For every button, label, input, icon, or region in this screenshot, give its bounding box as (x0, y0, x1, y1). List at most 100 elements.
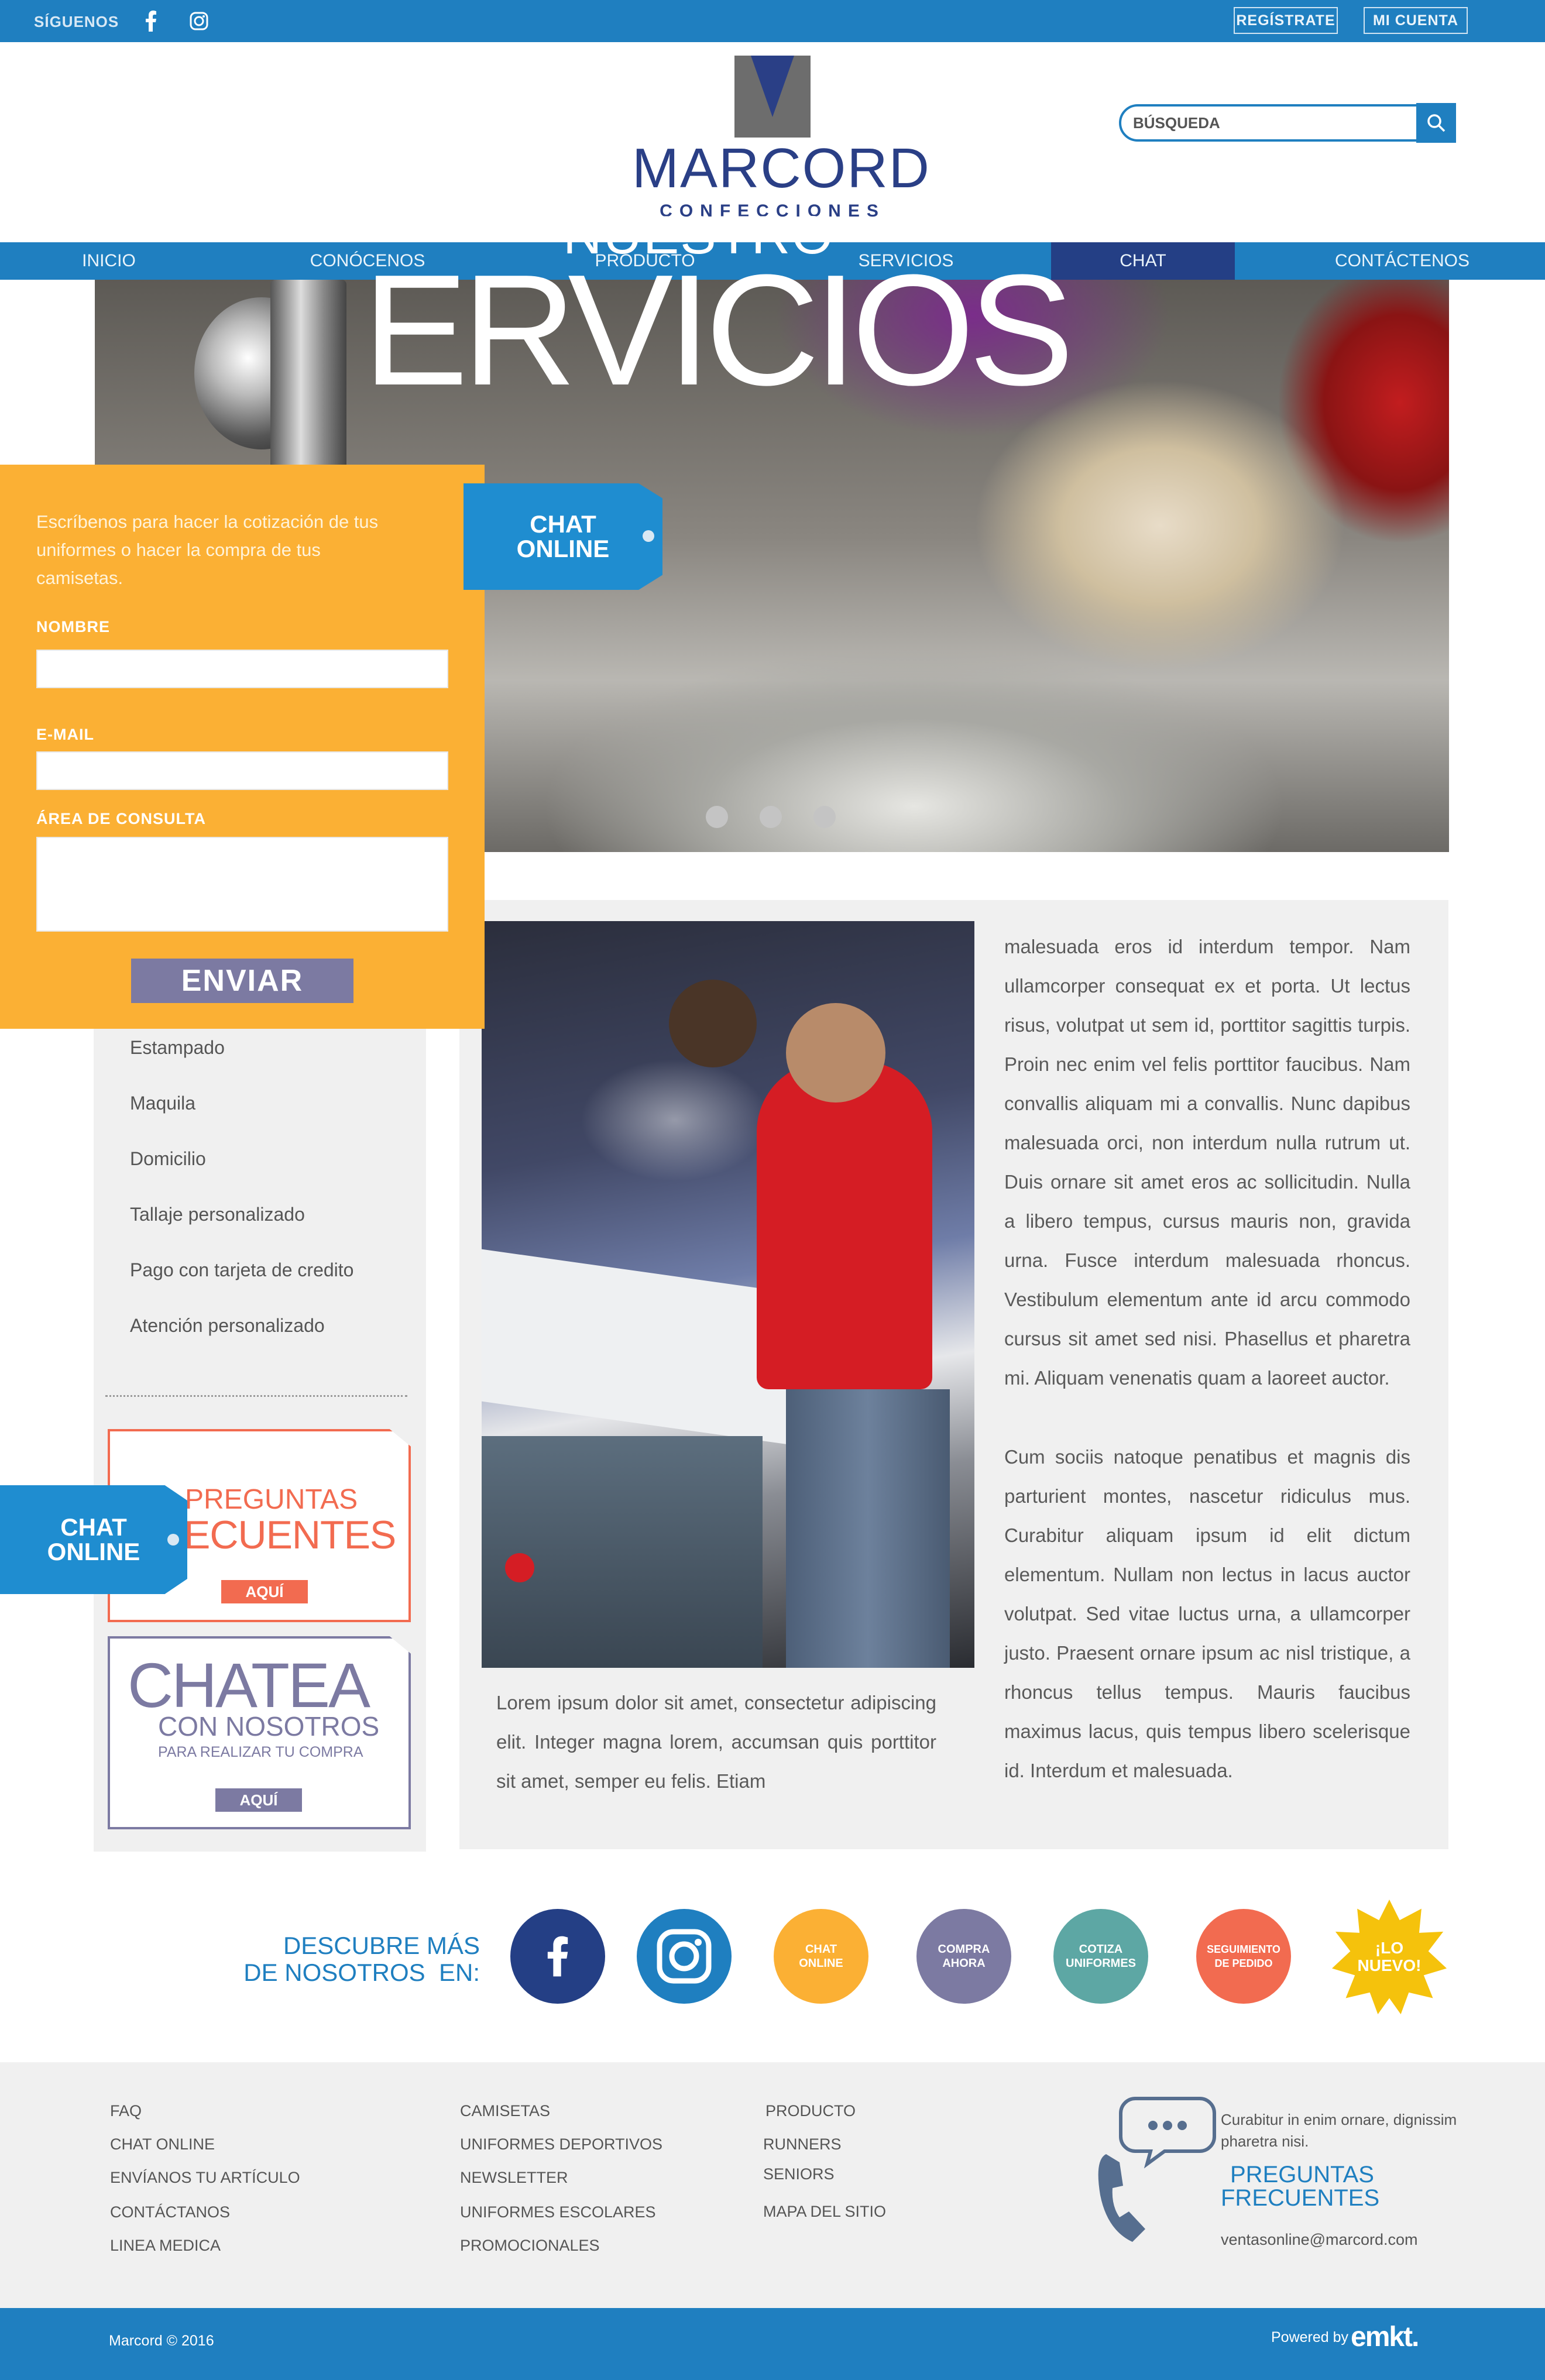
circle-quote-line2: UNIFORMES (1066, 1957, 1136, 1970)
new-badge[interactable]: ¡LO NUEVO! (1332, 1900, 1447, 2014)
nav-item-contactenos[interactable]: CONTÁCTENOS (1328, 242, 1476, 280)
sidebar-item-domicilio[interactable]: Domicilio (130, 1148, 206, 1170)
discover-heading: DESCUBRE MÁS DE NOSOTROS EN: (222, 1932, 480, 1986)
send-button[interactable]: ENVIAR (131, 959, 353, 1003)
footer-link-promotional[interactable]: PROMOCIONALES (460, 2237, 600, 2255)
instagram-circle-button[interactable] (637, 1909, 732, 2004)
footer-link-sitemap[interactable]: MAPA DEL SITIO (763, 2203, 886, 2221)
sidebar-item-atencion[interactable]: Atención personalizado (130, 1315, 325, 1337)
slider-dot-1[interactable] (706, 806, 728, 828)
circle-buy-line2: AHORA (942, 1957, 986, 1970)
search-icon (1427, 114, 1446, 132)
emkt-logo[interactable]: emkt. (1351, 2321, 1419, 2353)
facebook-icon[interactable] (140, 11, 162, 32)
photo-button-graphic (505, 1553, 534, 1582)
sidebar-divider (105, 1395, 407, 1397)
footer-link-product[interactable]: PRODUCTO (765, 2102, 856, 2120)
query-textarea[interactable] (36, 837, 448, 932)
footer-faq-link[interactable]: PREGUNTAS FRECUENTES (1221, 2163, 1379, 2210)
footer-link-seniors[interactable]: SENIORS (763, 2165, 835, 2183)
powered-by-label: Powered by (1271, 2329, 1349, 2345)
chat-tab-side-line1: CHAT (60, 1513, 127, 1541)
chat-tab-side-hole (167, 1534, 179, 1546)
discover-line2: DE NOSOTROS EN: (243, 1959, 480, 1986)
facebook-circle-button[interactable] (510, 1909, 605, 2004)
nav-item-chat[interactable]: CHAT (1051, 242, 1235, 280)
chat-online-circle-button[interactable]: CHAT ONLINE (774, 1909, 868, 2004)
footer-link-chat[interactable]: CHAT ONLINE (110, 2135, 215, 2154)
chat-promo-line1: CHATEA (128, 1650, 370, 1720)
discover-line1: DESCUBRE MÁS (283, 1932, 480, 1959)
query-label: ÁREA DE CONSULTA (36, 810, 206, 827)
chat-online-tab[interactable]: CHAT ONLINE (464, 483, 662, 590)
chat-promo-line3: PARA REALIZAR TU COMPRA (158, 1744, 363, 1760)
faq-promo-line2: ECUENTES (184, 1513, 396, 1557)
search-box (1119, 104, 1456, 142)
copyright: Marcord © 2016 (109, 2333, 214, 2349)
circle-buy-line1: COMPRA (938, 1943, 990, 1956)
footer-email[interactable]: ventasonline@marcord.com (1221, 2231, 1418, 2249)
chat-tab-side-line2: ONLINE (47, 1538, 140, 1565)
chat-promo-button[interactable]: AQUÍ (215, 1788, 302, 1812)
circle-quote-line1: COTIZA (1079, 1943, 1123, 1956)
workers-photo (482, 921, 974, 1668)
photo-worker-graphic (669, 980, 757, 1067)
sidebar-item-pago[interactable]: Pago con tarjeta de credito (130, 1259, 353, 1281)
sidebar-item-maquila[interactable]: Maquila (130, 1093, 195, 1114)
name-input[interactable] (36, 650, 448, 688)
email-input[interactable] (36, 751, 448, 790)
footer-link-medical[interactable]: LINEA MEDICA (110, 2237, 221, 2255)
slider-dot-3[interactable] (813, 806, 836, 828)
slider-dot-2[interactable] (760, 806, 782, 828)
footer-link-faq[interactable]: FAQ (110, 2102, 142, 2120)
body-paragraph-2: Cum sociis natoque penatibus et magnis d… (1004, 1446, 1410, 1781)
footer-link-newsletter[interactable]: NEWSLETTER (460, 2169, 568, 2187)
circle-tracking-line1: SEGUIMIENTO (1207, 1943, 1280, 1955)
footer-faq-line1: PREGUNTAS (1230, 2162, 1374, 2187)
register-button[interactable]: REGÍSTRATE (1234, 7, 1338, 34)
photo-machine-graphic (482, 1436, 763, 1668)
sidebar-item-tallaje[interactable]: Tallaje personalizado (130, 1204, 305, 1225)
follow-us-label: SÍGUENOS (34, 13, 119, 30)
chat-tab-hole (643, 530, 654, 542)
circle-chat-line1: CHAT (805, 1943, 837, 1956)
photo-jeans-graphic (786, 1389, 950, 1668)
search-input[interactable] (1121, 107, 1454, 139)
footer-callout-text: Curabitur in enim ornare, dignissim phar… (1221, 2111, 1457, 2150)
circle-chat-line2: ONLINE (799, 1957, 843, 1970)
instagram-icon (657, 1929, 712, 1984)
footer-link-send-article[interactable]: ENVÍANOS TU ARTÍCULO (110, 2169, 300, 2187)
new-badge-line2: NUEVO! (1357, 1956, 1422, 1974)
logo-mark[interactable] (734, 56, 811, 138)
my-account-button[interactable]: MI CUENTA (1364, 7, 1468, 34)
order-tracking-circle-button[interactable]: SEGUIMIENTO DE PEDIDO (1196, 1909, 1291, 2004)
footer-link-shirts[interactable]: CAMISETAS (460, 2102, 550, 2120)
new-badge-line1: ¡LO (1375, 1939, 1404, 1957)
faq-promo-line1: PREGUNTAS (185, 1484, 358, 1515)
name-label: NOMBRE (36, 618, 110, 636)
chat-form-intro: Escríbenos para hacer la cotización de t… (36, 511, 379, 588)
footer-link-school-uniforms[interactable]: UNIFORMES ESCOLARES (460, 2203, 656, 2221)
circle-tracking-line2: DE PEDIDO (1214, 1957, 1273, 1969)
quote-uniforms-circle-button[interactable]: COTIZA UNIFORMES (1053, 1909, 1148, 2004)
footer-faq-line2: FRECUENTES (1221, 2185, 1380, 2211)
search-button[interactable] (1416, 103, 1456, 143)
email-label: E-MAIL (36, 726, 94, 743)
chat-promo-line2: CON NOSOTROS (158, 1711, 380, 1742)
instagram-icon[interactable] (188, 11, 210, 32)
chat-online-tab-side[interactable]: CHAT ONLINE (0, 1485, 187, 1594)
photo-caption: Lorem ipsum dolor sit amet, consectetur … (496, 1692, 936, 1792)
hero-title: ERVICIOS (363, 242, 1074, 418)
chat-tab-line2: ONLINE (516, 535, 610, 562)
photo-shirt-graphic (757, 1062, 932, 1389)
photo-head-graphic (786, 1003, 885, 1103)
footer-link-contact[interactable]: CONTÁCTANOS (110, 2203, 230, 2221)
top-bar: SÍGUENOS REGÍSTRATE MI CUENTA (0, 0, 1545, 42)
nav-item-inicio[interactable]: INICIO (35, 242, 183, 280)
logo-title[interactable]: MARCORD (632, 140, 929, 197)
buy-now-circle-button[interactable]: COMPRA AHORA (916, 1909, 1011, 2004)
sidebar-item-estampado[interactable]: Estampado (130, 1037, 225, 1059)
footer-link-runners[interactable]: RUNNERS (763, 2135, 842, 2154)
faq-promo-button[interactable]: AQUÍ (221, 1580, 308, 1603)
footer-link-sports-uniforms[interactable]: UNIFORMES DEPORTIVOS (460, 2135, 662, 2154)
